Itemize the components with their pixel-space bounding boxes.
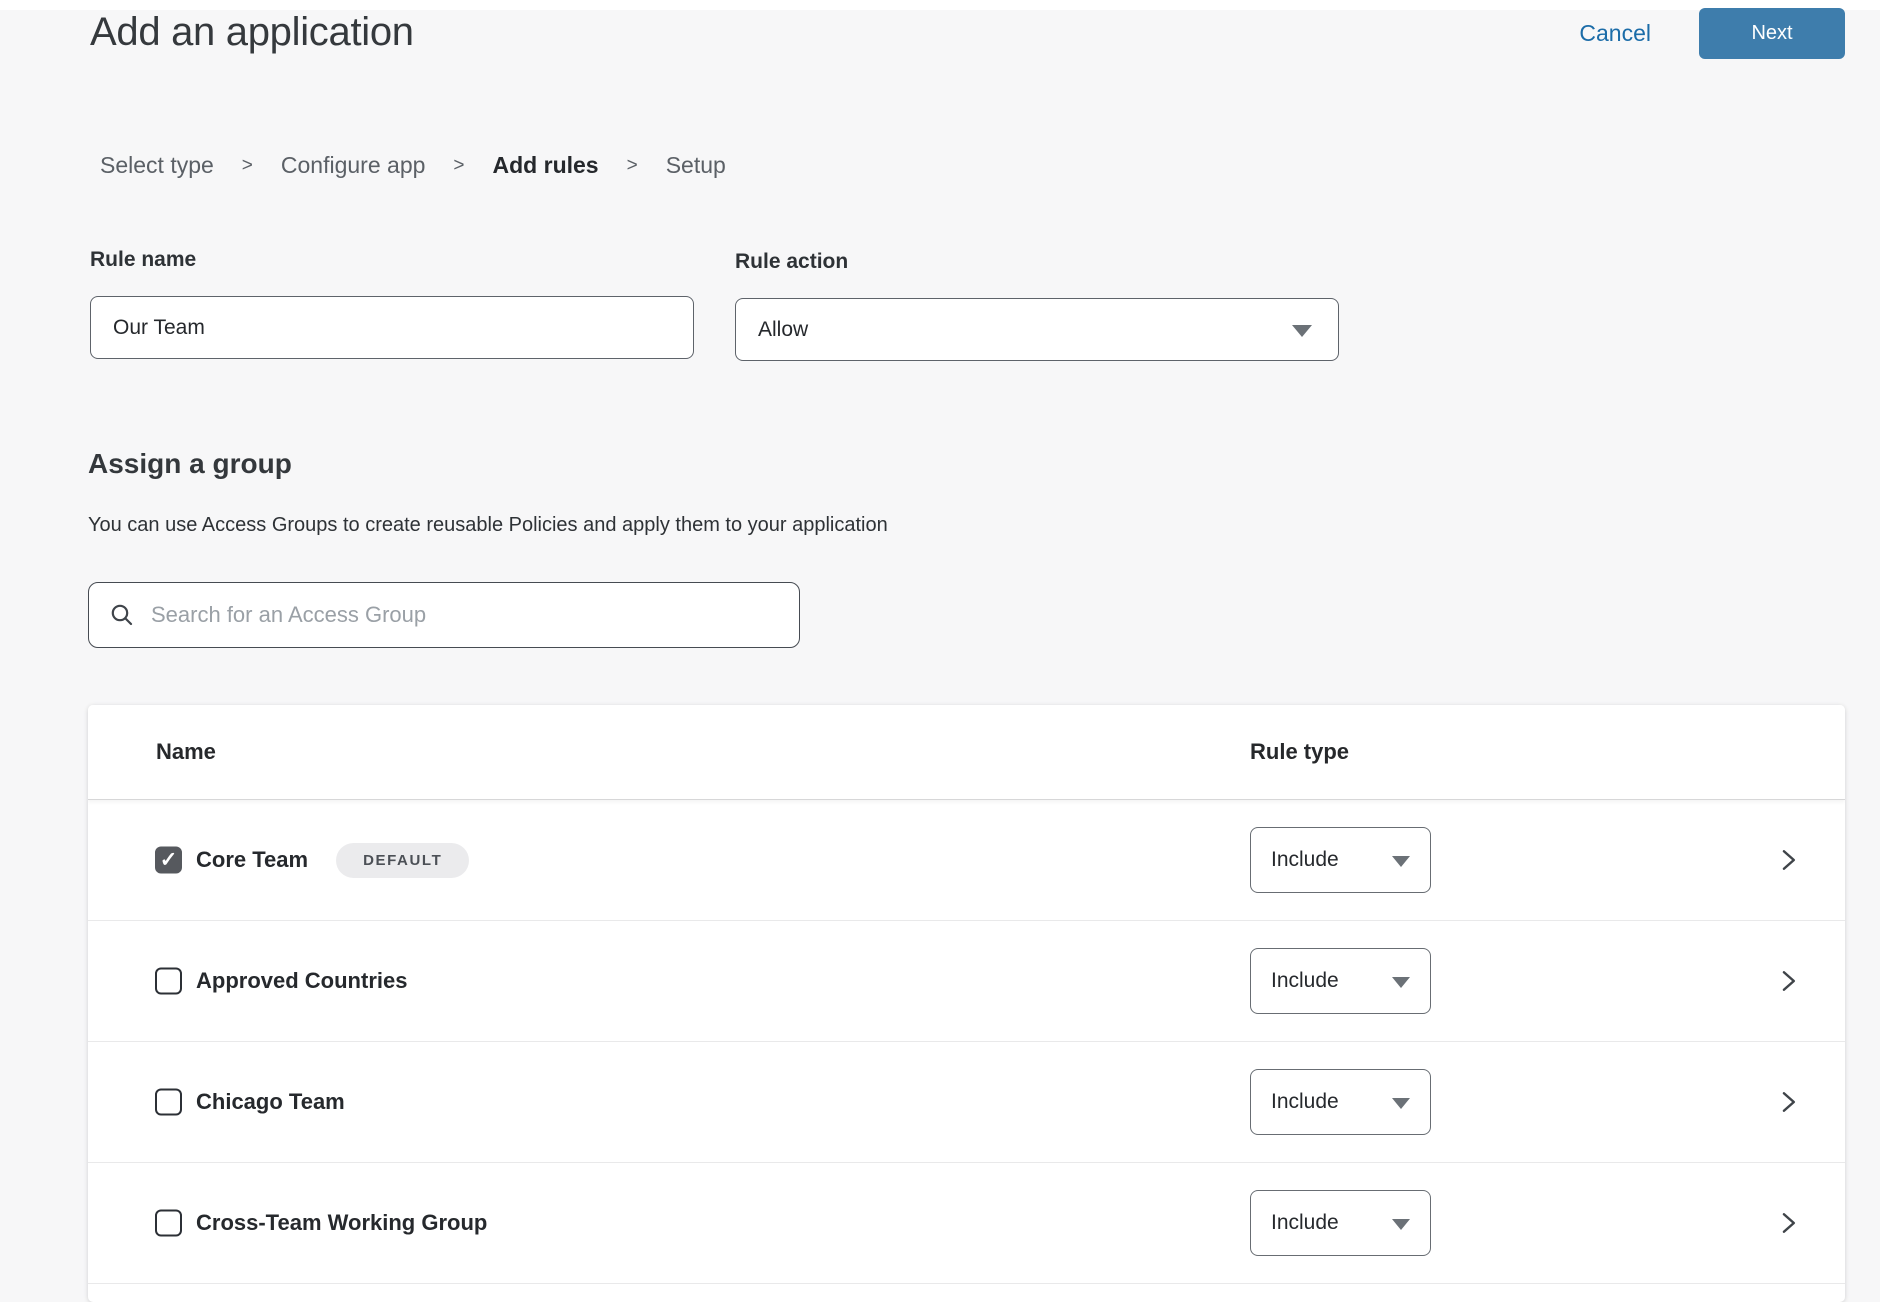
search-input[interactable] bbox=[151, 602, 779, 628]
chevron-right-icon[interactable] bbox=[1774, 1088, 1802, 1116]
breadcrumb-step-setup[interactable]: Setup bbox=[666, 152, 726, 179]
chevron-right-icon[interactable] bbox=[1774, 967, 1802, 995]
table-header: Name Rule type bbox=[88, 705, 1845, 800]
row-name: Chicago Team bbox=[196, 1089, 345, 1115]
column-header-rule-type: Rule type bbox=[1250, 739, 1349, 765]
breadcrumb-separator: > bbox=[453, 155, 464, 177]
add-application-page: Add an application Cancel Next Select ty… bbox=[0, 0, 1880, 1302]
chevron-down-icon bbox=[1292, 325, 1312, 337]
row-checkbox[interactable] bbox=[155, 968, 182, 995]
group-table-body: Core Team DEFAULT Include Approved Count… bbox=[88, 800, 1845, 1284]
breadcrumb-separator: > bbox=[242, 155, 253, 177]
breadcrumb-step-select-type[interactable]: Select type bbox=[100, 152, 214, 179]
header-actions: Cancel Next bbox=[1579, 8, 1845, 59]
rule-action-field: Rule action Allow bbox=[735, 250, 1339, 361]
page-title: Add an application bbox=[90, 10, 414, 55]
table-row: Chicago Team Include bbox=[88, 1042, 1845, 1163]
cancel-button[interactable]: Cancel bbox=[1579, 20, 1651, 47]
chevron-down-icon bbox=[1392, 856, 1410, 867]
rule-action-label: Rule action bbox=[735, 250, 1339, 274]
column-header-name: Name bbox=[156, 739, 216, 765]
rule-type-select[interactable]: Include bbox=[1250, 1190, 1431, 1256]
default-badge: DEFAULT bbox=[336, 843, 469, 878]
row-checkbox[interactable] bbox=[155, 847, 182, 874]
chevron-down-icon bbox=[1392, 1219, 1410, 1230]
chevron-down-icon bbox=[1392, 1098, 1410, 1109]
rule-type-value: Include bbox=[1271, 848, 1339, 872]
table-row: Core Team DEFAULT Include bbox=[88, 800, 1845, 921]
next-button[interactable]: Next bbox=[1699, 8, 1845, 59]
breadcrumb: Select type > Configure app > Add rules … bbox=[100, 152, 726, 179]
row-name: Approved Countries bbox=[196, 968, 407, 994]
access-groups-table: Name Rule type Core Team DEFAULT Include… bbox=[88, 705, 1845, 1302]
rule-type-select[interactable]: Include bbox=[1250, 1069, 1431, 1135]
rule-type-select[interactable]: Include bbox=[1250, 827, 1431, 893]
assign-group-description: You can use Access Groups to create reus… bbox=[88, 514, 888, 537]
rule-type-value: Include bbox=[1271, 1090, 1339, 1114]
rule-action-value: Allow bbox=[758, 318, 808, 342]
breadcrumb-separator: > bbox=[627, 155, 638, 177]
row-checkbox[interactable] bbox=[155, 1210, 182, 1237]
rule-name-label: Rule name bbox=[90, 248, 694, 272]
rule-action-select[interactable]: Allow bbox=[735, 298, 1339, 361]
breadcrumb-step-configure-app[interactable]: Configure app bbox=[281, 152, 426, 179]
breadcrumb-step-add-rules: Add rules bbox=[493, 152, 599, 179]
rule-name-field: Rule name bbox=[90, 248, 694, 359]
search-icon bbox=[109, 602, 135, 628]
rule-type-value: Include bbox=[1271, 1211, 1339, 1235]
row-name: Core Team bbox=[196, 847, 308, 873]
table-row: Cross-Team Working Group Include bbox=[88, 1163, 1845, 1284]
chevron-right-icon[interactable] bbox=[1774, 1209, 1802, 1237]
row-checkbox[interactable] bbox=[155, 1089, 182, 1116]
chevron-down-icon bbox=[1392, 977, 1410, 988]
rule-type-value: Include bbox=[1271, 969, 1339, 993]
rule-name-input[interactable] bbox=[90, 296, 694, 359]
chevron-right-icon[interactable] bbox=[1774, 846, 1802, 874]
access-group-search[interactable] bbox=[88, 582, 800, 648]
assign-group-heading: Assign a group bbox=[88, 448, 292, 480]
rule-type-select[interactable]: Include bbox=[1250, 948, 1431, 1014]
row-name: Cross-Team Working Group bbox=[196, 1210, 487, 1236]
table-row: Approved Countries Include bbox=[88, 921, 1845, 1042]
